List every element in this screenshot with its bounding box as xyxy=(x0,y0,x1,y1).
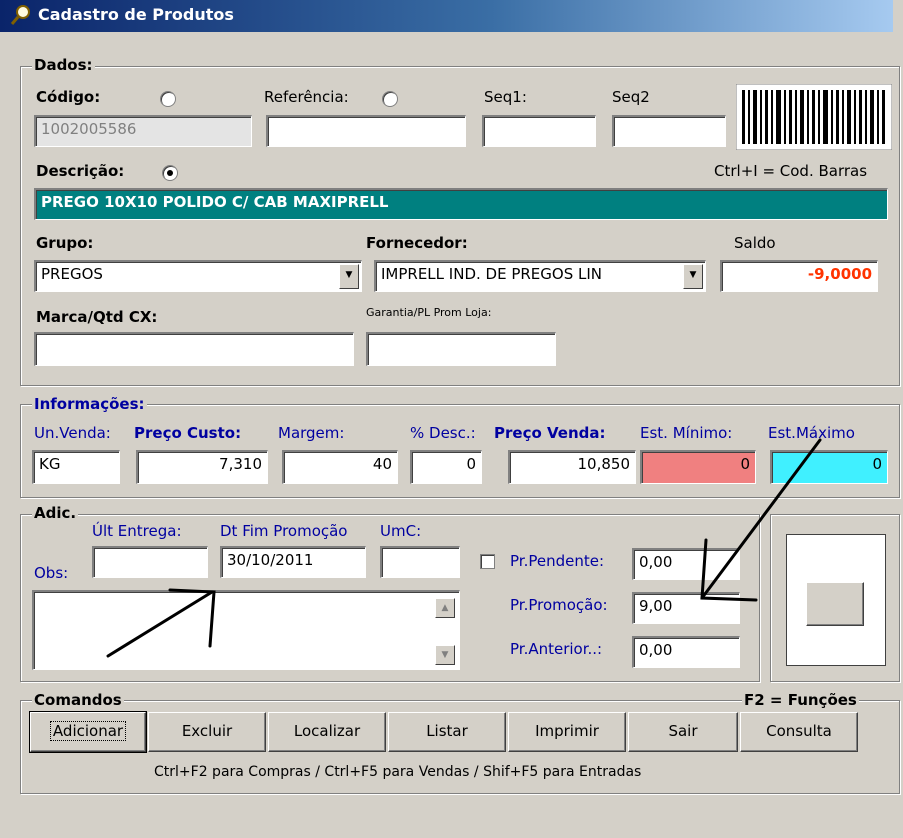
localizar-button[interactable]: Localizar xyxy=(268,712,386,752)
adicionar-button[interactable]: Adicionar xyxy=(29,711,147,753)
listar-button[interactable]: Listar xyxy=(388,712,506,752)
informacoes-legend: Informações: xyxy=(32,395,147,413)
image-button[interactable] xyxy=(806,582,864,626)
codigo-field[interactable]: 1002005586 xyxy=(34,115,252,147)
pr-promocao-field[interactable]: 9,00 xyxy=(632,592,740,624)
referencia-label: Referência: xyxy=(264,88,349,106)
preco-venda-field[interactable]: 10,850 xyxy=(508,450,636,484)
scroll-down-icon[interactable]: ▼ xyxy=(435,645,455,665)
barcode-hint: Ctrl+I = Cod. Barras xyxy=(714,162,868,180)
pr-anterior-field[interactable]: 0,00 xyxy=(632,636,740,668)
dados-legend: Dados: xyxy=(32,56,95,74)
seq2-label: Seq2 xyxy=(612,88,650,106)
margem-field[interactable]: 40 xyxy=(282,450,398,484)
un-venda-field[interactable]: KG xyxy=(32,450,120,484)
ult-entrega-label: Últ Entrega: xyxy=(92,522,182,540)
garantia-field[interactable] xyxy=(366,332,556,366)
est-maximo-label: Est.Máximo xyxy=(768,424,855,442)
shortcuts-hint: Ctrl+F2 para Compras / Ctrl+F5 para Vend… xyxy=(154,764,642,780)
scroll-up-icon[interactable]: ▲ xyxy=(435,598,455,618)
magnifier-icon xyxy=(10,5,30,25)
umc-label: UmC: xyxy=(380,522,422,540)
fornecedor-label: Fornecedor: xyxy=(366,234,468,252)
saldo-field[interactable]: -9,0000 xyxy=(720,260,878,292)
excluir-button[interactable]: Excluir xyxy=(148,712,266,752)
sair-button[interactable]: Sair xyxy=(628,712,738,752)
preco-custo-field[interactable]: 7,310 xyxy=(136,450,268,484)
preco-custo-label: Preço Custo: xyxy=(134,424,242,442)
descricao-radio[interactable] xyxy=(162,165,178,181)
un-venda-label: Un.Venda: xyxy=(34,424,111,442)
funcoes-hint: F2 = Funções xyxy=(742,691,859,709)
margem-label: Margem: xyxy=(278,424,345,442)
dt-fim-label: Dt Fim Promoção xyxy=(220,522,348,540)
grupo-select[interactable]: PREGOS ▼ xyxy=(34,260,362,292)
imprimir-button[interactable]: Imprimir xyxy=(508,712,626,752)
saldo-label: Saldo xyxy=(734,234,776,252)
seq1-label: Seq1: xyxy=(484,88,527,106)
est-minimo-label: Est. Mínimo: xyxy=(640,424,733,442)
barcode-icon[interactable] xyxy=(736,84,892,150)
consulta-button[interactable]: Consulta xyxy=(740,712,858,752)
obs-label: Obs: xyxy=(34,564,69,582)
pr-pendente-field[interactable]: 0,00 xyxy=(632,548,740,580)
umc-field[interactable] xyxy=(380,546,460,578)
seq2-field[interactable] xyxy=(612,115,726,147)
dropdown-arrow-icon[interactable]: ▼ xyxy=(339,264,359,289)
dropdown-arrow-icon[interactable]: ▼ xyxy=(683,264,703,289)
desc-label: % Desc.: xyxy=(410,424,476,442)
pr-anterior-label: Pr.Anterior..: xyxy=(510,640,603,658)
grupo-label: Grupo: xyxy=(36,234,94,252)
marca-field[interactable] xyxy=(34,332,354,366)
pr-promocao-label: Pr.Promoção: xyxy=(510,596,608,614)
garantia-label: Garantia/PL Prom Loja: xyxy=(366,306,492,319)
est-minimo-field[interactable]: 0 xyxy=(640,450,756,484)
referencia-field[interactable] xyxy=(266,115,466,147)
dt-fim-field[interactable]: 30/10/2011 xyxy=(220,546,366,578)
codigo-label: Código: xyxy=(36,88,101,106)
obs-textarea[interactable]: ▲ ▼ xyxy=(32,590,460,670)
ult-entrega-field[interactable] xyxy=(92,546,208,578)
adicionar-label: Adicionar xyxy=(49,721,127,741)
descricao-label: Descrição: xyxy=(36,162,125,180)
comandos-legend: Comandos xyxy=(32,691,124,709)
seq1-field[interactable] xyxy=(482,115,596,147)
fornecedor-select[interactable]: IMPRELL IND. DE PREGOS LIN ▼ xyxy=(374,260,706,292)
pr-pendente-label: Pr.Pendente: xyxy=(510,552,605,570)
desc-field[interactable]: 0 xyxy=(410,450,482,484)
referencia-radio[interactable] xyxy=(382,91,398,107)
window-title: Cadastro de Produtos xyxy=(38,5,234,24)
preco-venda-label: Preço Venda: xyxy=(494,424,606,442)
adic-legend: Adic. xyxy=(32,504,79,522)
marca-label: Marca/Qtd CX: xyxy=(36,308,158,326)
codigo-radio[interactable] xyxy=(160,91,176,107)
fornecedor-select-value: IMPRELL IND. DE PREGOS LIN xyxy=(381,265,602,283)
descricao-field[interactable]: PREGO 10X10 POLIDO C/ CAB MAXIPRELL xyxy=(34,188,888,220)
pr-pendente-checkbox[interactable] xyxy=(480,554,495,569)
est-maximo-field[interactable]: 0 xyxy=(770,450,888,484)
grupo-select-value: PREGOS xyxy=(41,265,103,283)
title-bar: Cadastro de Produtos xyxy=(0,0,893,32)
